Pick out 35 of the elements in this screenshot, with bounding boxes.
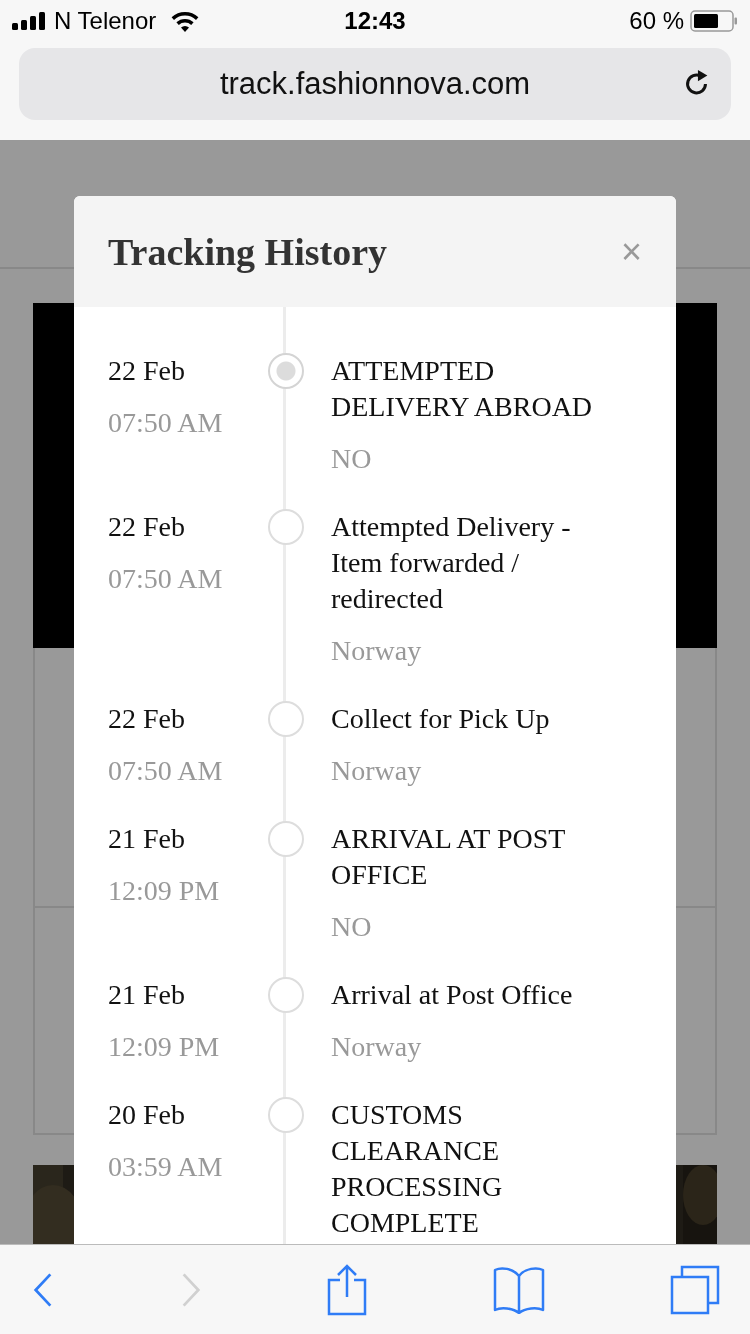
event-time: 07:50 AM	[108, 754, 224, 788]
battery-percent: 60 %	[629, 7, 684, 35]
event-date: 22 Feb	[108, 510, 186, 544]
event-date: 22 Feb	[108, 702, 186, 736]
carrier-name: N Telenor	[54, 7, 157, 35]
event-title: ATTEMPTED DELIVERY ABROAD	[331, 354, 594, 424]
clock-time: 12:43	[344, 7, 406, 35]
share-icon[interactable]	[327, 1263, 367, 1316]
open-book-icon[interactable]	[492, 1265, 545, 1314]
event-time: 03:59 AM	[108, 1150, 224, 1184]
wifi-icon	[170, 10, 201, 32]
event-location: NO	[331, 910, 373, 944]
event-title: Attempted Delivery - Item forwarded / redirected	[331, 510, 572, 616]
event-location: NO	[331, 442, 373, 476]
event-time: 07:50 AM	[108, 406, 224, 440]
tabs-icon[interactable]	[670, 1264, 720, 1315]
event-time: 07:50 AM	[108, 562, 224, 596]
event-location: Norway	[331, 754, 423, 788]
event-time: 12:09 PM	[108, 1030, 221, 1064]
event-date: 21 Feb	[108, 978, 186, 1012]
event-title: Arrival at Post Office	[331, 978, 574, 1012]
event-date: 20 Feb	[108, 1098, 186, 1132]
signal-icon	[12, 12, 48, 30]
event-date: 22 Feb	[108, 354, 186, 388]
event-location: Norway	[331, 1030, 423, 1064]
event-title: ARRIVAL AT POST OFFICE	[331, 822, 566, 892]
event-title: CUSTOMS CLEARANCE PROCESSING COMPLETE	[331, 1098, 504, 1240]
event-location: Norway	[331, 634, 423, 668]
event-title: Collect for Pick Up	[331, 702, 551, 736]
battery-icon	[690, 10, 738, 32]
dialog-title: Tracking History	[108, 229, 387, 274]
address-bar[interactable]: track.fashionnova.com	[19, 48, 731, 120]
event-date: 21 Feb	[108, 822, 186, 856]
event-time: 12:09 PM	[108, 874, 221, 908]
url-text: track.fashionnova.com	[219, 66, 531, 102]
